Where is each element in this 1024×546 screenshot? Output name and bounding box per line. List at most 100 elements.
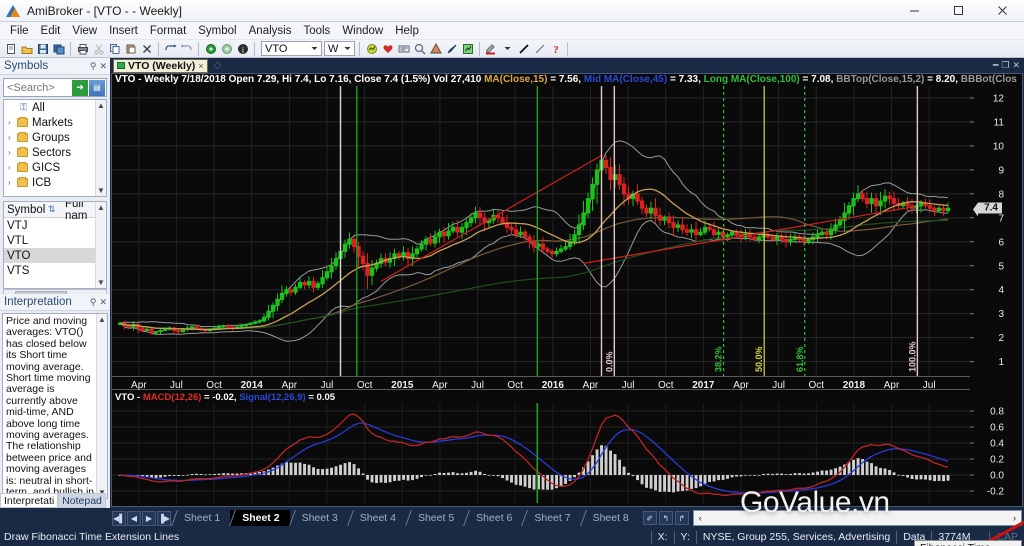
table-row-selected[interactable]: VTO: [4, 248, 106, 263]
table-row[interactable]: VTL: [4, 233, 106, 248]
menu-symbol[interactable]: Symbol: [192, 24, 242, 38]
chart-canvas[interactable]: VTO - Weekly 7/18/2018 Open 7.29, Hi 7.4…: [111, 73, 1024, 546]
sheet-tab-4[interactable]: Sheet 4: [347, 510, 406, 526]
chevron-down-icon[interactable]: [341, 42, 354, 55]
symbol-input[interactable]: [262, 42, 308, 55]
cut-icon[interactable]: [91, 41, 106, 56]
scroll-down-icon[interactable]: ▼: [97, 185, 105, 196]
dock-tab-notepad[interactable]: Notepad: [58, 493, 106, 508]
zoom-icon[interactable]: [444, 41, 459, 56]
menu-tools[interactable]: Tools: [297, 24, 336, 38]
price-pane[interactable]: 0.0% 38.2% 50.0% 61.8% 100.0% 1 2 3 4 5 6 7 8 9 10 11 1…: [112, 86, 1022, 376]
minimize-button[interactable]: [892, 0, 936, 22]
pin-icon[interactable]: ⚲: [90, 297, 97, 308]
explore-icon[interactable]: [412, 41, 427, 56]
tree-expander[interactable]: ›: [8, 118, 17, 127]
trendline-icon[interactable]: [532, 41, 547, 56]
refresh-chart-icon[interactable]: [460, 41, 475, 56]
tree-item-icb[interactable]: › ICB: [4, 175, 106, 190]
menu-edit[interactable]: Edit: [35, 24, 67, 38]
close-button[interactable]: [980, 0, 1024, 22]
pin-icon[interactable]: ⚲: [90, 61, 97, 72]
tree-expander[interactable]: ›: [8, 133, 17, 142]
menu-help[interactable]: Help: [389, 24, 425, 38]
sheet-tab-7[interactable]: Sheet 7: [522, 510, 581, 526]
refresh-gray-icon[interactable]: [219, 41, 234, 56]
maximize-button[interactable]: [936, 0, 980, 22]
scroll-left-icon[interactable]: ‹: [694, 513, 707, 523]
chart-tab-vto-weekly[interactable]: VTO (Weekly) ×: [113, 58, 208, 73]
sheet-redo-icon[interactable]: ↱: [674, 511, 689, 525]
chart-restore-icon[interactable]: ❐: [1001, 60, 1009, 71]
save-all-icon[interactable]: [51, 41, 66, 56]
last-sheet-button[interactable]: ▐▶: [157, 510, 171, 526]
chevron-down-icon[interactable]: [308, 42, 321, 55]
column-header-symbol[interactable]: Symbol: [4, 204, 48, 216]
tree-item-sectors[interactable]: › Sectors: [4, 145, 106, 160]
tree-item-all[interactable]: ⚿ All: [4, 100, 106, 115]
info-icon[interactable]: i: [235, 41, 250, 56]
scan-icon[interactable]: [396, 41, 411, 56]
save-icon[interactable]: [35, 41, 50, 56]
paste-icon[interactable]: [123, 41, 138, 56]
menu-insert[interactable]: Insert: [103, 24, 144, 38]
line-tool-icon[interactable]: [516, 41, 531, 56]
tree-vertical-scrollbar[interactable]: ▲ ▼: [95, 100, 106, 196]
scroll-down-icon[interactable]: ▼: [97, 277, 105, 288]
symbols-tree[interactable]: ⚿ All › Markets › Groups › Sectors › GIC…: [3, 99, 107, 197]
chart-minimize-icon[interactable]: ━: [993, 60, 998, 71]
first-sheet-button[interactable]: ◀▌: [112, 510, 126, 526]
price-plot-area[interactable]: 0.0% 38.2% 50.0% 61.8% 100.0%: [112, 86, 970, 376]
scroll-up-icon[interactable]: ▲: [98, 314, 106, 325]
sheet-tab-3[interactable]: Sheet 3: [289, 510, 348, 526]
next-sheet-button[interactable]: ▶: [142, 510, 156, 526]
undo-icon[interactable]: [163, 41, 178, 56]
table-vertical-scrollbar[interactable]: ▲ ▼: [95, 202, 106, 288]
sheet-undo-icon[interactable]: ↰: [658, 511, 673, 525]
fib-tool-icon[interactable]: ?: [548, 41, 563, 56]
open-folder-icon[interactable]: [19, 41, 34, 56]
backtest-icon[interactable]: [428, 41, 443, 56]
symbol-search-row[interactable]: ➜ ▤: [3, 78, 107, 97]
tree-item-groups[interactable]: › Groups: [4, 130, 106, 145]
tree-expander[interactable]: ›: [8, 148, 17, 157]
copy-icon[interactable]: [107, 41, 122, 56]
delete-icon[interactable]: [139, 41, 154, 56]
refresh-green-icon[interactable]: [203, 41, 218, 56]
search-filter-icon[interactable]: ▤: [89, 79, 105, 96]
interpretation-text-area[interactable]: Price and moving averages: VTO() has clo…: [2, 313, 108, 499]
menu-analysis[interactable]: Analysis: [243, 24, 298, 38]
close-icon[interactable]: ✕: [99, 297, 107, 308]
close-icon[interactable]: ✕: [99, 61, 107, 72]
tree-item-gics[interactable]: › GICS: [4, 160, 106, 175]
add-chart-icon[interactable]: ◇: [214, 60, 222, 71]
menu-file[interactable]: File: [4, 24, 35, 38]
scroll-up-icon[interactable]: ▲: [97, 100, 105, 111]
pen-color-icon[interactable]: [484, 41, 499, 56]
print-icon[interactable]: [75, 41, 90, 56]
menu-format[interactable]: Format: [144, 24, 192, 38]
symbol-combo[interactable]: [261, 41, 322, 56]
tree-item-markets[interactable]: › Markets: [4, 115, 106, 130]
sheet-tab-1[interactable]: Sheet 1: [172, 510, 231, 526]
prev-sheet-button[interactable]: ◀: [127, 510, 141, 526]
search-go-icon[interactable]: ➜: [72, 79, 88, 96]
interpretation-vertical-scrollbar[interactable]: ▲ ▼: [96, 314, 107, 498]
new-document-icon[interactable]: [3, 41, 18, 56]
sort-icon[interactable]: ⇅: [48, 204, 62, 215]
macd-axis[interactable]: 0.8 0.6 0.4 0.2 0.0 -0.2: [970, 403, 1022, 503]
price-axis[interactable]: 1 2 3 4 5 6 7 8 9 10 11 12 7.4: [970, 86, 1022, 376]
sheet-tab-5[interactable]: Sheet 5: [405, 510, 465, 526]
menu-view[interactable]: View: [66, 24, 103, 38]
chevron-down-icon[interactable]: [500, 41, 515, 56]
favorite-heart-icon[interactable]: [380, 41, 395, 56]
apply-indicator-icon[interactable]: [364, 41, 379, 56]
scroll-up-icon[interactable]: ▲: [97, 202, 105, 213]
scroll-right-icon[interactable]: ›: [1008, 513, 1021, 523]
symbols-table[interactable]: Symbol ⇅ Full nam VTJ VTL VTO VTS ▲ ▼: [3, 201, 107, 289]
periodicity-combo[interactable]: W: [324, 41, 355, 56]
tree-expander[interactable]: ›: [8, 178, 17, 187]
dock-tab-interpretation[interactable]: Interpretati: [0, 493, 59, 508]
search-input[interactable]: [4, 81, 72, 94]
redo-icon[interactable]: [179, 41, 194, 56]
